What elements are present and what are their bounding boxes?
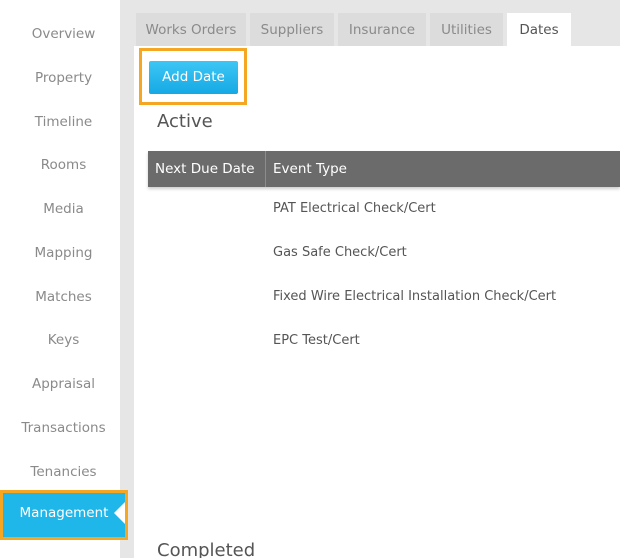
sidebar-item-mapping[interactable]: Mapping: [0, 231, 127, 275]
event-type-cell: Fixed Wire Electrical Installation Check…: [273, 289, 557, 304]
table-row[interactable]: Gas Safe Check/Cert: [148, 231, 620, 275]
sidebar-nav: Overview Property Timeline Rooms Media M…: [0, 0, 120, 558]
event-type-cell: Gas Safe Check/Cert: [273, 245, 407, 260]
table-header: Next Due Date Event Type: [148, 151, 620, 187]
event-type-cell: PAT Electrical Check/Cert: [273, 201, 436, 216]
tab-bar: Works Orders Suppliers Insurance Utiliti…: [134, 0, 620, 46]
sidebar-item-keys[interactable]: Keys: [0, 318, 127, 362]
event-type-cell: EPC Test/Cert: [273, 333, 360, 348]
sidebar-item-appraisal[interactable]: Appraisal: [0, 362, 127, 406]
tab-dates[interactable]: Dates: [507, 13, 571, 46]
tab-works-orders[interactable]: Works Orders: [136, 13, 246, 46]
sidebar-item-tenancies[interactable]: Tenancies: [0, 450, 127, 494]
sidebar-item-timeline[interactable]: Timeline: [0, 100, 127, 144]
sidebar-divider: [120, 0, 134, 558]
sidebar-item-property[interactable]: Property: [0, 56, 127, 100]
active-indicator-arrow-icon: [114, 502, 125, 524]
column-header-next-due-date[interactable]: Next Due Date: [155, 151, 255, 187]
sidebar-item-matches[interactable]: Matches: [0, 275, 127, 319]
tab-utilities[interactable]: Utilities: [430, 13, 503, 46]
sidebar-item-transactions[interactable]: Transactions: [0, 406, 127, 450]
sidebar-item-media[interactable]: Media: [0, 187, 127, 231]
sidebar-item-management[interactable]: Management: [0, 490, 128, 540]
tab-suppliers[interactable]: Suppliers: [250, 13, 334, 46]
column-divider: [265, 151, 266, 187]
table-row[interactable]: EPC Test/Cert: [148, 319, 620, 363]
active-section-title: Active: [157, 111, 213, 132]
tab-insurance[interactable]: Insurance: [338, 13, 426, 46]
add-date-button[interactable]: Add Date: [149, 61, 238, 94]
sidebar-item-rooms[interactable]: Rooms: [0, 143, 127, 187]
table-row[interactable]: PAT Electrical Check/Cert: [148, 187, 620, 231]
column-header-event-type[interactable]: Event Type: [273, 151, 347, 187]
sidebar-item-label: Management: [19, 505, 109, 521]
add-date-highlight: Add Date: [139, 48, 247, 105]
table-row[interactable]: Fixed Wire Electrical Installation Check…: [148, 275, 620, 319]
completed-section-title: Completed: [157, 540, 256, 558]
sidebar-item-overview[interactable]: Overview: [0, 12, 127, 56]
